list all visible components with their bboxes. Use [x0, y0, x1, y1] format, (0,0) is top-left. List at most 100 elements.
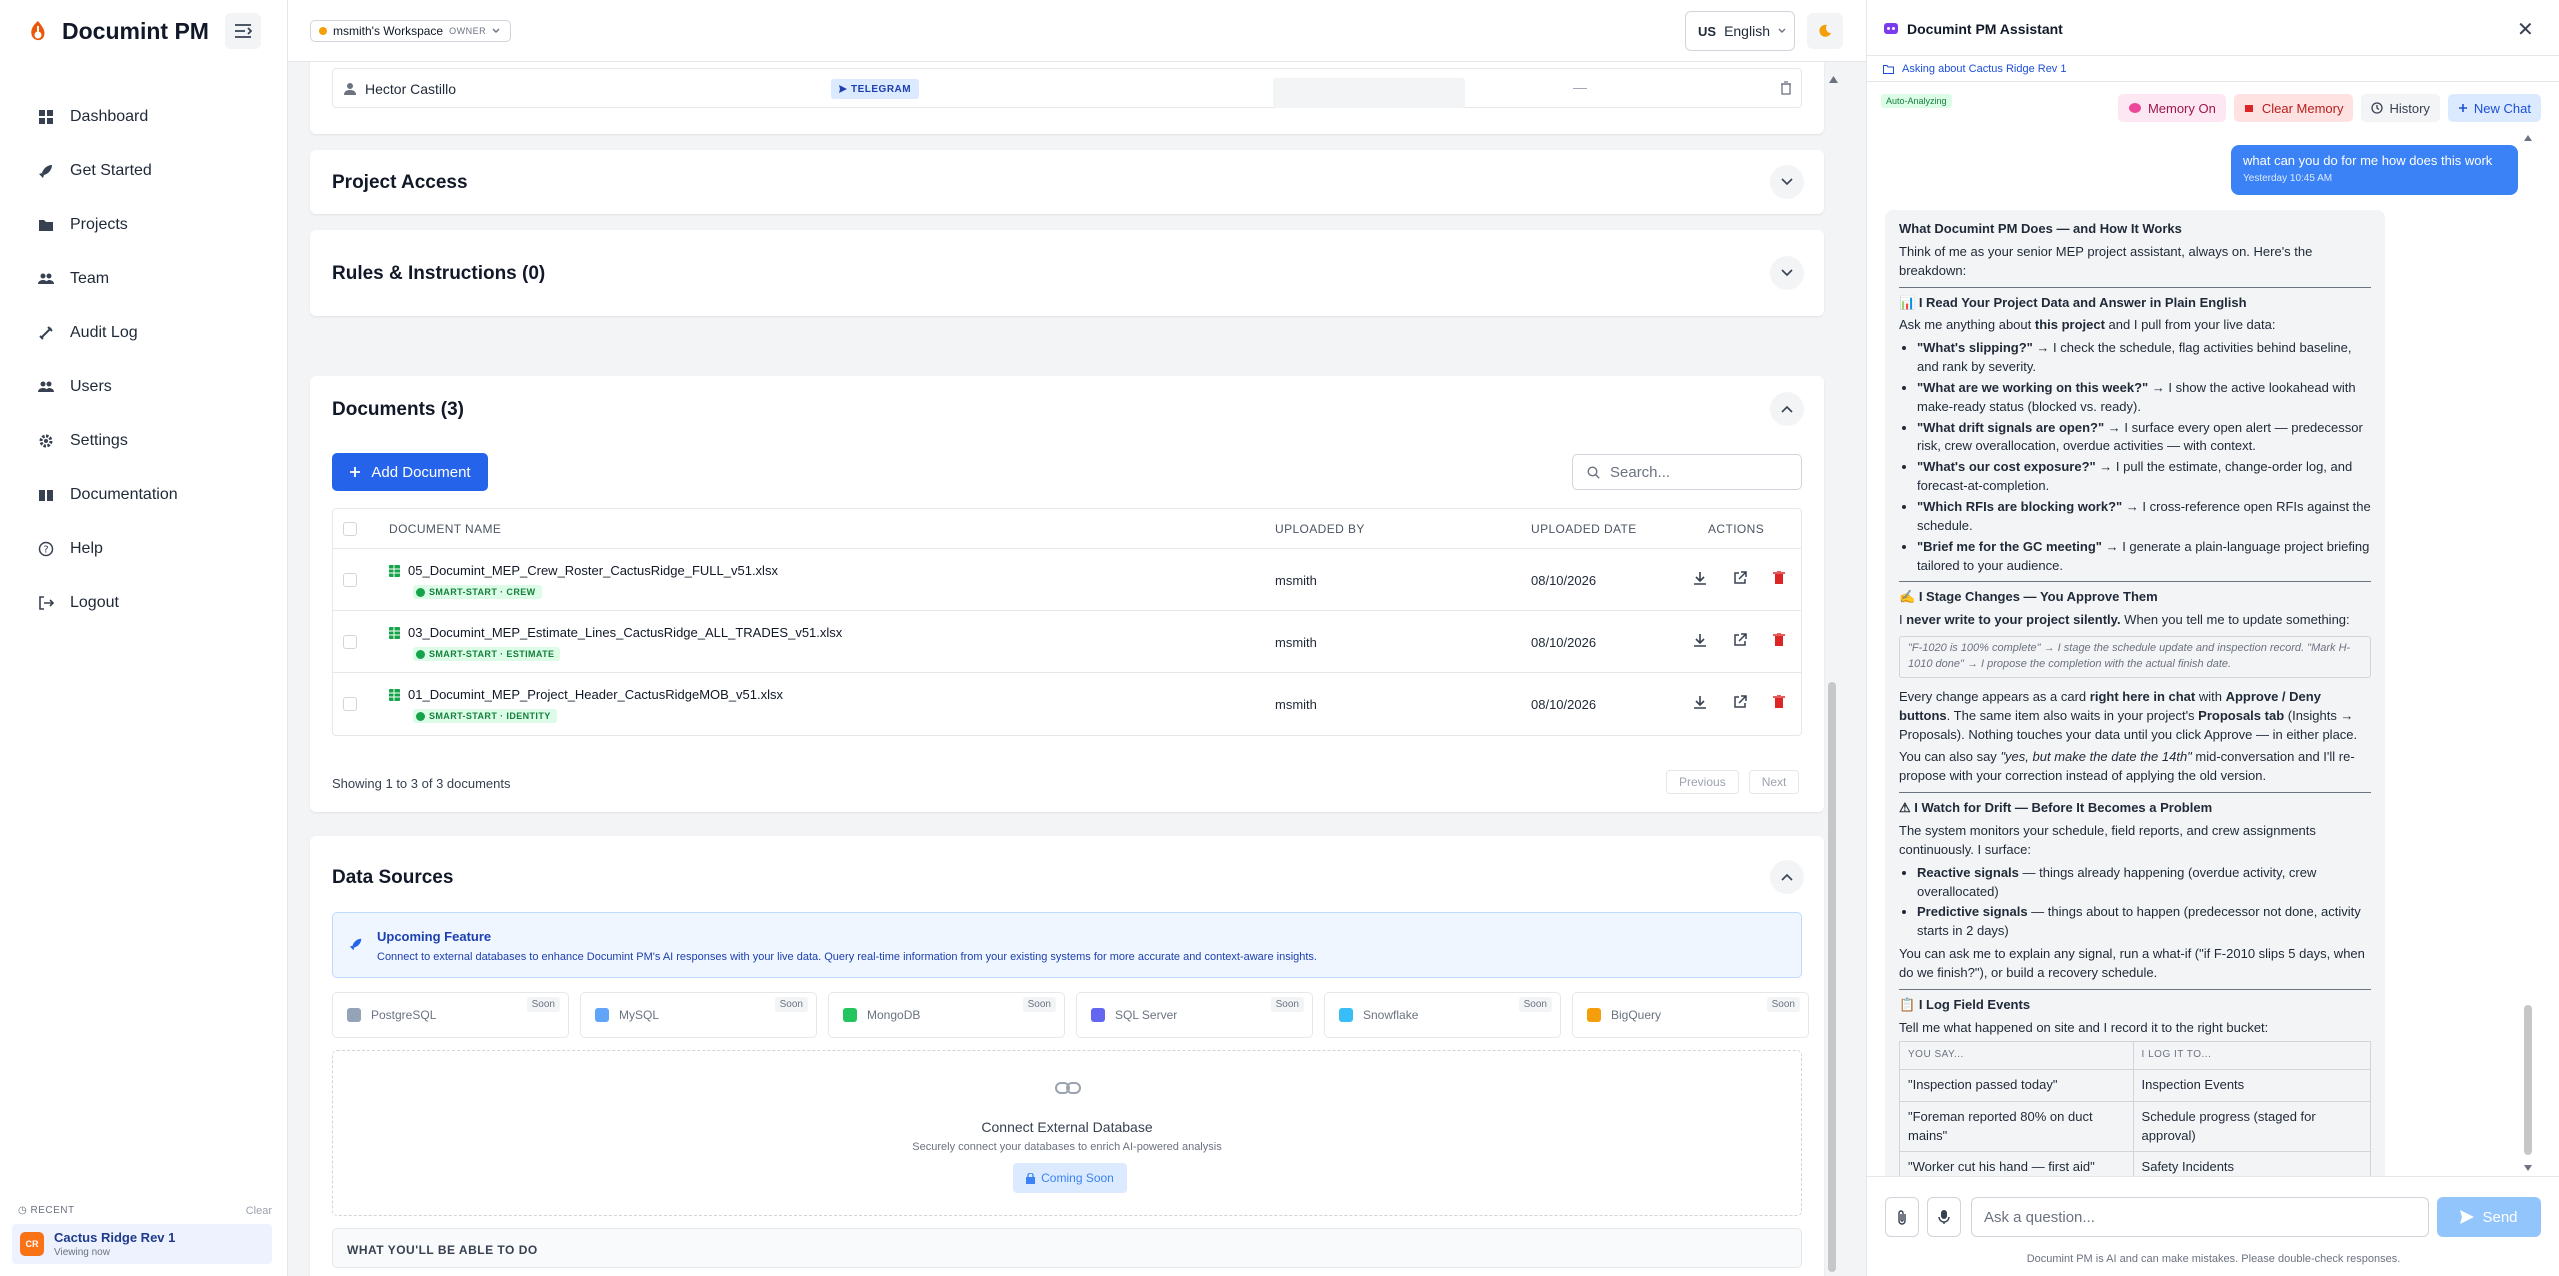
top-bar: msmith's Workspace OWNER US English — [288, 0, 1866, 62]
auto-analyzing-badge: Auto-Analyzing — [1881, 94, 1952, 108]
close-icon[interactable]: ✕ — [2517, 17, 2534, 42]
row-checkbox[interactable] — [343, 697, 357, 711]
previous-page-button[interactable]: Previous — [1666, 770, 1739, 794]
next-page-button[interactable]: Next — [1748, 770, 1800, 794]
eraser-icon — [2244, 105, 2253, 112]
answer-section-heading: ✍ I Stage Changes — You Approve Them — [1899, 589, 2158, 605]
sidebar-item-users[interactable]: Users — [0, 360, 288, 414]
document-search-input[interactable]: Search... — [1572, 454, 1802, 490]
db-option-postgresql: PostgreSQL Soon — [332, 992, 569, 1038]
sidebar-item-settings[interactable]: Settings — [0, 414, 288, 468]
delete-icon[interactable] — [1773, 695, 1785, 709]
attach-button[interactable] — [1885, 1197, 1919, 1237]
smart-start-tag: SMART-START · ESTIMATE — [413, 647, 561, 661]
external-link-icon[interactable] — [1733, 695, 1747, 709]
row-actions — [1693, 633, 1785, 647]
rules-card[interactable]: Rules & Instructions (0) — [310, 230, 1824, 316]
rocket-icon — [349, 938, 362, 951]
table-row[interactable]: 03_Documint_MEP_Estimate_Lines_CactusRid… — [333, 611, 1801, 673]
channel-badge: TELEGRAM — [831, 79, 920, 99]
scroll-up-icon[interactable] — [2524, 135, 2532, 141]
answer-paragraph: I never write to your project silently. … — [1899, 612, 2350, 628]
workspace-dot-icon — [319, 27, 327, 35]
add-document-button[interactable]: Add Document — [332, 453, 488, 491]
sidebar-item-help[interactable]: ? Help — [0, 522, 288, 576]
document-name[interactable]: 01_Documint_MEP_Project_Header_CactusRid… — [389, 687, 783, 702]
new-chat-button[interactable]: New Chat — [2447, 94, 2541, 122]
clear-memory-button[interactable]: Clear Memory — [2233, 94, 2354, 122]
external-link-icon[interactable] — [1733, 633, 1747, 647]
sidebar-item-label: Documentation — [70, 486, 178, 503]
logo-icon — [31, 20, 45, 40]
brand[interactable]: Documint PM — [28, 18, 209, 45]
data-sources-card: Data Sources Upcoming Feature Connect to… — [310, 836, 1824, 1276]
microphone-button[interactable] — [1927, 1197, 1961, 1237]
sidebar-item-documentation[interactable]: Documentation — [0, 468, 288, 522]
check-circle-icon — [416, 649, 425, 659]
expand-button[interactable] — [1770, 256, 1804, 290]
recent-project-sub: Viewing now — [54, 1247, 110, 1258]
language-select[interactable]: US English — [1685, 11, 1795, 51]
delete-icon[interactable] — [1773, 633, 1785, 647]
sidebar-item-label: Projects — [70, 216, 128, 233]
history-button[interactable]: History — [2361, 94, 2440, 122]
table-row[interactable]: 01_Documint_MEP_Project_Header_CactusRid… — [333, 673, 1801, 735]
document-name[interactable]: 03_Documint_MEP_Estimate_Lines_CactusRid… — [389, 625, 842, 640]
sidebar-item-get-started[interactable]: Get Started — [0, 144, 288, 198]
row-checkbox[interactable] — [343, 573, 357, 587]
ai-disclaimer: Documint PM is AI and can make mistakes.… — [2026, 1253, 2401, 1265]
delete-icon[interactable] — [1773, 571, 1785, 585]
assistant-context: Asking about Cactus Ridge Rev 1 — [1867, 56, 2559, 82]
project-access-card[interactable]: Project Access — [310, 150, 1824, 214]
download-icon[interactable] — [1693, 633, 1707, 647]
recent-project-item[interactable]: CR Cactus Ridge Rev 1 Viewing now — [12, 1224, 272, 1264]
scrollbar-thumb[interactable] — [2524, 1005, 2532, 1155]
lock-icon — [1026, 1172, 1036, 1184]
sidebar-collapse-button[interactable] — [225, 13, 261, 49]
recent-header: ◷ RECENT Clear — [18, 1205, 272, 1217]
sidebar-item-dashboard[interactable]: Dashboard — [0, 90, 288, 144]
external-link-icon[interactable] — [1733, 571, 1747, 585]
theme-toggle-button[interactable] — [1807, 13, 1843, 49]
chat-input[interactable]: Ask a question... — [1971, 1197, 2429, 1237]
sidebar-item-projects[interactable]: Projects — [0, 198, 288, 252]
plus-icon — [2458, 104, 2467, 112]
member-field[interactable] — [1273, 78, 1465, 108]
sidebar-item-team[interactable]: Team — [0, 252, 288, 306]
chevron-down-icon — [492, 28, 500, 33]
answer-paragraph: Tell me what happened on site and I reco… — [1899, 1019, 2269, 1035]
main-scrollbar[interactable] — [1826, 62, 1838, 1276]
list-item: "What are we working on this week?" → I … — [1917, 379, 2371, 417]
collapse-button[interactable] — [1770, 392, 1804, 426]
soon-badge: Soon — [1270, 997, 1304, 1012]
memory-toggle-button[interactable]: Memory On — [2117, 94, 2226, 122]
row-checkbox[interactable] — [343, 635, 357, 649]
download-icon[interactable] — [1693, 571, 1707, 585]
chat-scrollbar[interactable] — [2522, 130, 2534, 1176]
table-row[interactable]: 05_Documint_MEP_Crew_Roster_CactusRidge_… — [333, 549, 1801, 611]
send-button[interactable]: Send — [2437, 1197, 2541, 1237]
workspace-switcher[interactable]: msmith's Workspace OWNER — [310, 20, 512, 42]
select-all-checkbox[interactable] — [343, 522, 357, 536]
answer-paragraph: Every change appears as a card right her… — [1899, 688, 2358, 742]
sidebar-item-logout[interactable]: Logout — [0, 576, 288, 630]
collapse-button[interactable] — [1770, 860, 1804, 894]
document-name[interactable]: 05_Documint_MEP_Crew_Roster_CactusRidge_… — [389, 563, 778, 578]
coming-soon-button[interactable]: Coming Soon — [1013, 1163, 1127, 1193]
user-icon — [344, 83, 356, 95]
list-item: "What's our cost exposure?" → I pull the… — [1917, 458, 2371, 496]
writing-hand-icon: ✍ — [1899, 589, 1916, 605]
trash-icon[interactable] — [1780, 81, 1792, 95]
log-mapping-table: YOU SAY... I LOG IT TO... "Inspection pa… — [1899, 1041, 2372, 1176]
member-dash: — — [1573, 79, 1587, 95]
db-option-mongodb: MongoDB Soon — [828, 992, 1065, 1038]
recent-clear-button[interactable]: Clear — [246, 1205, 272, 1217]
scroll-down-icon[interactable] — [2524, 1165, 2532, 1171]
bigquery-icon — [1587, 1008, 1601, 1022]
download-icon[interactable] — [1693, 695, 1707, 709]
sidebar-item-label: Get Started — [70, 162, 152, 179]
feature-description: Connect to external databases to enhance… — [377, 951, 1317, 963]
expand-button[interactable] — [1770, 165, 1804, 199]
scrollbar-thumb[interactable] — [1828, 682, 1836, 1272]
sidebar-item-audit-log[interactable]: Audit Log — [0, 306, 288, 360]
